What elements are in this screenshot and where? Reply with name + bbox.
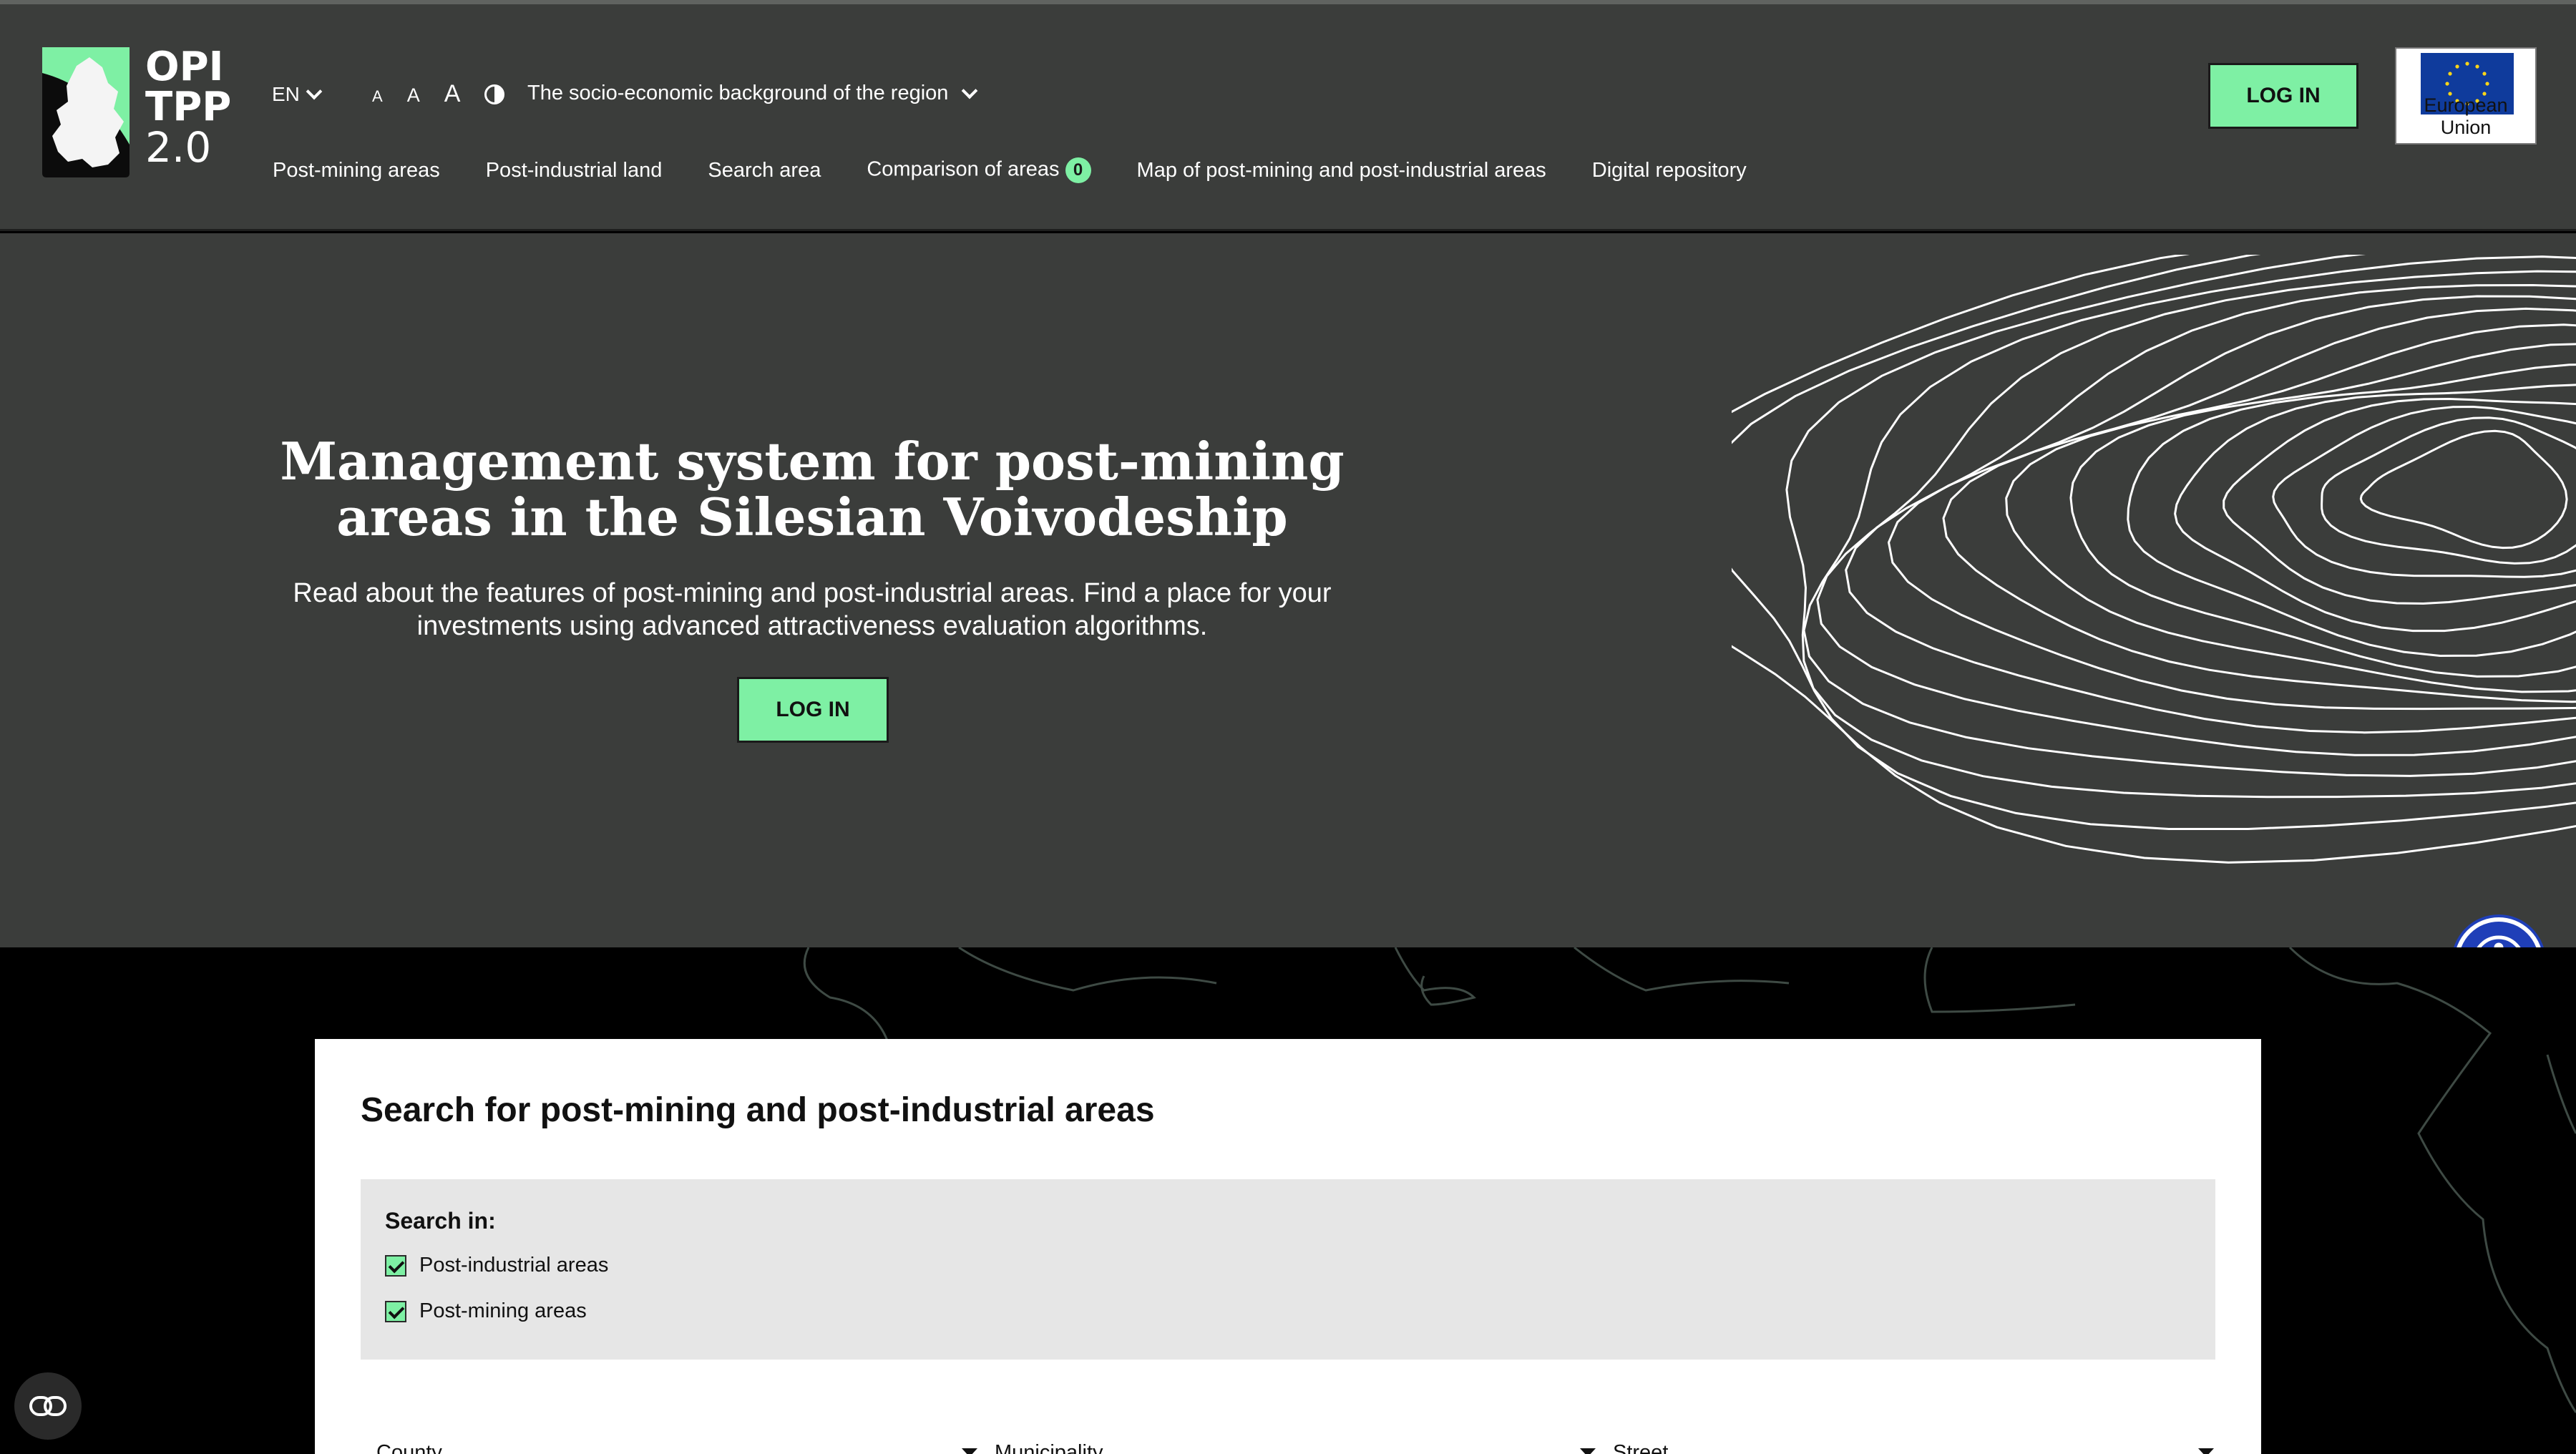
- contrast-icon[interactable]: [484, 84, 505, 104]
- hero-login-button[interactable]: LOG IN: [737, 677, 889, 743]
- comparison-count-badge: 0: [1065, 157, 1091, 183]
- font-size-medium-button[interactable]: A: [407, 84, 420, 107]
- chevron-down-icon: [962, 82, 978, 99]
- nav-post-industrial-land[interactable]: Post-industrial land: [486, 159, 663, 182]
- caret-down-icon: [962, 1448, 977, 1454]
- checkbox-checked-icon[interactable]: [385, 1300, 406, 1322]
- font-size-large-button[interactable]: A: [444, 80, 461, 108]
- caret-down-icon: [2198, 1448, 2214, 1454]
- nav-comparison-of-areas[interactable]: Comparison of areas 0: [867, 157, 1091, 183]
- font-size-controls: A A A: [372, 80, 505, 108]
- contour-line: [1802, 255, 2576, 777]
- header-login-button[interactable]: LOG IN: [2208, 63, 2358, 129]
- region-dropdown[interactable]: The socio-economic background of the reg…: [527, 82, 978, 105]
- option-label: Post-mining areas: [419, 1299, 587, 1322]
- option-post-mining[interactable]: Post-mining areas: [385, 1299, 587, 1323]
- region-dropdown-label: The socio-economic background of the reg…: [527, 82, 949, 104]
- contour-line: [1816, 270, 2576, 756]
- search-in-box: Search in: Post-industrial areas Post-mi…: [361, 1179, 2215, 1360]
- contour-line: [2321, 416, 2576, 565]
- site-header: OPI TPP 2.0 EN A A A The socio-economic …: [0, 4, 2576, 231]
- nav-map[interactable]: Map of post-mining and post-industrial a…: [1137, 159, 1546, 182]
- logo-wordmark: OPI TPP 2.0: [145, 44, 232, 172]
- hero-title: Management system for post-mining areas …: [280, 431, 1345, 547]
- municipality-select[interactable]: Municipality: [995, 1431, 1596, 1454]
- logo-line-tpp: TPP: [145, 84, 232, 130]
- contour-line: [1845, 283, 2576, 734]
- county-label: County: [376, 1440, 442, 1454]
- nav-search-area[interactable]: Search area: [708, 159, 821, 182]
- language-selector[interactable]: EN: [272, 83, 323, 106]
- search-in-label: Search in:: [385, 1208, 496, 1234]
- option-label: Post-industrial areas: [419, 1254, 609, 1277]
- main-nav: Post-mining areas Post-industrial land S…: [273, 157, 1747, 183]
- contour-line: [2223, 397, 2576, 605]
- font-size-small-button[interactable]: A: [372, 87, 383, 106]
- county-select[interactable]: County: [376, 1431, 977, 1454]
- chevron-down-icon: [306, 83, 323, 100]
- search-title: Search for post-mining and post-industri…: [361, 1091, 1155, 1129]
- hero-section: Management system for post-mining areas …: [0, 233, 2576, 947]
- nav-digital-repository[interactable]: Digital repository: [1592, 159, 1747, 182]
- option-post-industrial[interactable]: Post-industrial areas: [385, 1254, 608, 1277]
- eu-logo: European Union: [2395, 47, 2537, 145]
- contour-line: [2272, 405, 2576, 578]
- accessibility-button[interactable]: [2454, 917, 2543, 947]
- search-section: Search for post-mining and post-industri…: [0, 947, 2576, 1454]
- search-panel: Search for post-mining and post-industri…: [315, 1039, 2261, 1454]
- logo-line-version: 2.0: [145, 123, 212, 172]
- contour-line: [2127, 364, 2576, 658]
- nav-post-mining-areas[interactable]: Post-mining areas: [273, 159, 440, 182]
- accessibility-icon: [2477, 935, 2521, 947]
- caret-down-icon: [1580, 1448, 1596, 1454]
- topographic-lines-illustration: [1732, 255, 2576, 864]
- hero-subtitle: Read about the features of post-mining a…: [293, 578, 1332, 641]
- municipality-label: Municipality: [995, 1440, 1103, 1454]
- contour-line: [2359, 429, 2568, 550]
- link-toggle-button[interactable]: [14, 1372, 82, 1440]
- street-select[interactable]: Street: [1613, 1431, 2214, 1454]
- checkbox-checked-icon[interactable]: [385, 1254, 406, 1277]
- logo-line-opi: OPI: [145, 44, 224, 90]
- nav-comparison-label: Comparison of areas: [867, 157, 1060, 181]
- language-label: EN: [272, 83, 300, 105]
- link-icon: [29, 1396, 67, 1416]
- street-label: Street: [1613, 1440, 1669, 1454]
- eu-label: European Union: [2424, 94, 2508, 138]
